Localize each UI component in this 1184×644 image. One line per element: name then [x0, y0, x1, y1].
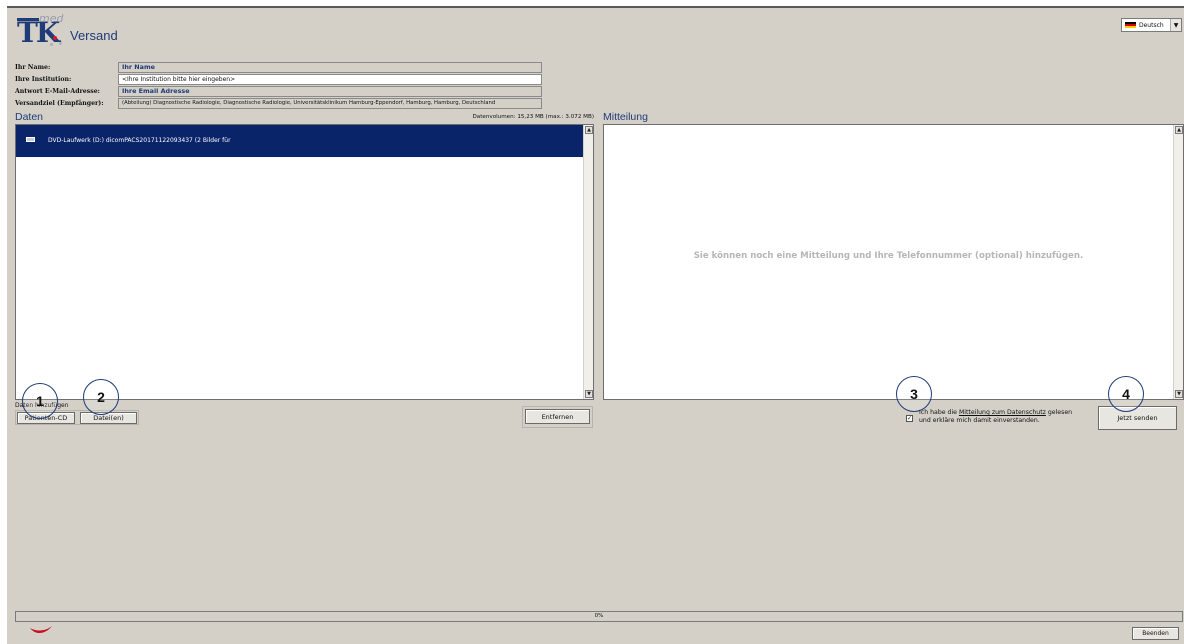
institution-label: Ihre Institution:: [15, 76, 72, 83]
privacy-text-line2: und erkläre mich damit einverstanden.: [919, 417, 1040, 424]
flag-stripe-gold: [1125, 26, 1136, 29]
privacy-text: Ich habe die Mitteilung zum Datenschutz …: [919, 409, 1072, 425]
message-textarea[interactable]: Sie können noch eine Mitteilung und Ihre…: [603, 124, 1184, 400]
remove-button[interactable]: Entfernen: [525, 409, 590, 424]
page-title: Versand: [70, 28, 118, 43]
privacy-text-suffix: gelesen: [1045, 409, 1073, 416]
data-section-title: Daten: [15, 111, 44, 123]
name-field[interactable]: Ihr Name: [118, 62, 542, 73]
privacy-checkbox[interactable]: ✓: [906, 415, 913, 422]
progress-bar: 0%: [15, 611, 1183, 622]
scroll-down-icon[interactable]: ▼: [1175, 390, 1183, 398]
send-now-button[interactable]: Jetzt senden: [1098, 406, 1177, 430]
institution-field[interactable]: <Ihre Institution bitte hier eingeben>: [118, 74, 542, 85]
annotation-marker-4: 4: [1108, 376, 1144, 412]
data-volume: Datenvolumen: 15,23 MB (max.: 3.072 MB): [472, 114, 594, 120]
scroll-down-icon[interactable]: ▼: [585, 390, 593, 398]
close-button[interactable]: Beenden: [1132, 627, 1179, 640]
language-label: Deutsch: [1139, 21, 1164, 29]
annotation-marker-2: 2: [83, 379, 119, 415]
list-item-label: DVD-Laufwerk (D:) dicomPACS2017112209343…: [48, 137, 231, 144]
dvd-drive-icon: [26, 137, 35, 142]
add-files-button[interactable]: Datei(en): [80, 412, 137, 424]
logo-dot-red: [53, 36, 57, 40]
logo-dot-grey: [59, 42, 62, 45]
chevron-down-icon[interactable]: ▼: [1170, 19, 1181, 31]
message-placeholder: Sie können noch eine Mitteilung und Ihre…: [693, 251, 1084, 261]
message-section-title: Mitteilung: [603, 111, 648, 123]
german-flag-icon: [1125, 21, 1136, 29]
scroll-up-icon[interactable]: ▲: [1175, 126, 1183, 134]
app-window: TK med Versand Deutsch ▼ Ihr Name: Ihr N…: [7, 6, 1184, 644]
logo-sup: med: [39, 12, 64, 25]
email-label: Antwort E-Mail-Adresse:: [15, 88, 100, 95]
progress-text: 0%: [594, 613, 604, 619]
brand-swoosh-icon: [30, 626, 52, 634]
privacy-link[interactable]: Mitteilung zum Datenschutz: [959, 409, 1046, 416]
name-label: Ihr Name:: [15, 64, 51, 71]
tkmed-logo: TK med Versand: [17, 12, 127, 50]
scroll-up-icon[interactable]: ▲: [585, 126, 593, 134]
annotation-marker-1: 1: [22, 383, 58, 419]
target-label: Versandziel (Empfänger):: [15, 100, 104, 107]
message-scrollbar[interactable]: ▲ ▼: [1173, 125, 1183, 399]
data-list[interactable]: DVD-Laufwerk (D:) dicomPACS2017112209343…: [15, 124, 594, 400]
privacy-text-prefix: Ich habe die: [919, 409, 959, 416]
logo-dot-grey: [50, 43, 53, 46]
email-field[interactable]: Ihre Email Adresse: [118, 86, 542, 97]
target-field: (Abteilung) Diagnostische Radiologie, Di…: [118, 98, 542, 109]
annotation-marker-3: 3: [896, 376, 932, 412]
data-list-scrollbar[interactable]: ▲ ▼: [583, 125, 593, 399]
list-item[interactable]: DVD-Laufwerk (D:) dicomPACS2017112209343…: [16, 125, 583, 157]
language-select[interactable]: Deutsch ▼: [1121, 18, 1182, 32]
